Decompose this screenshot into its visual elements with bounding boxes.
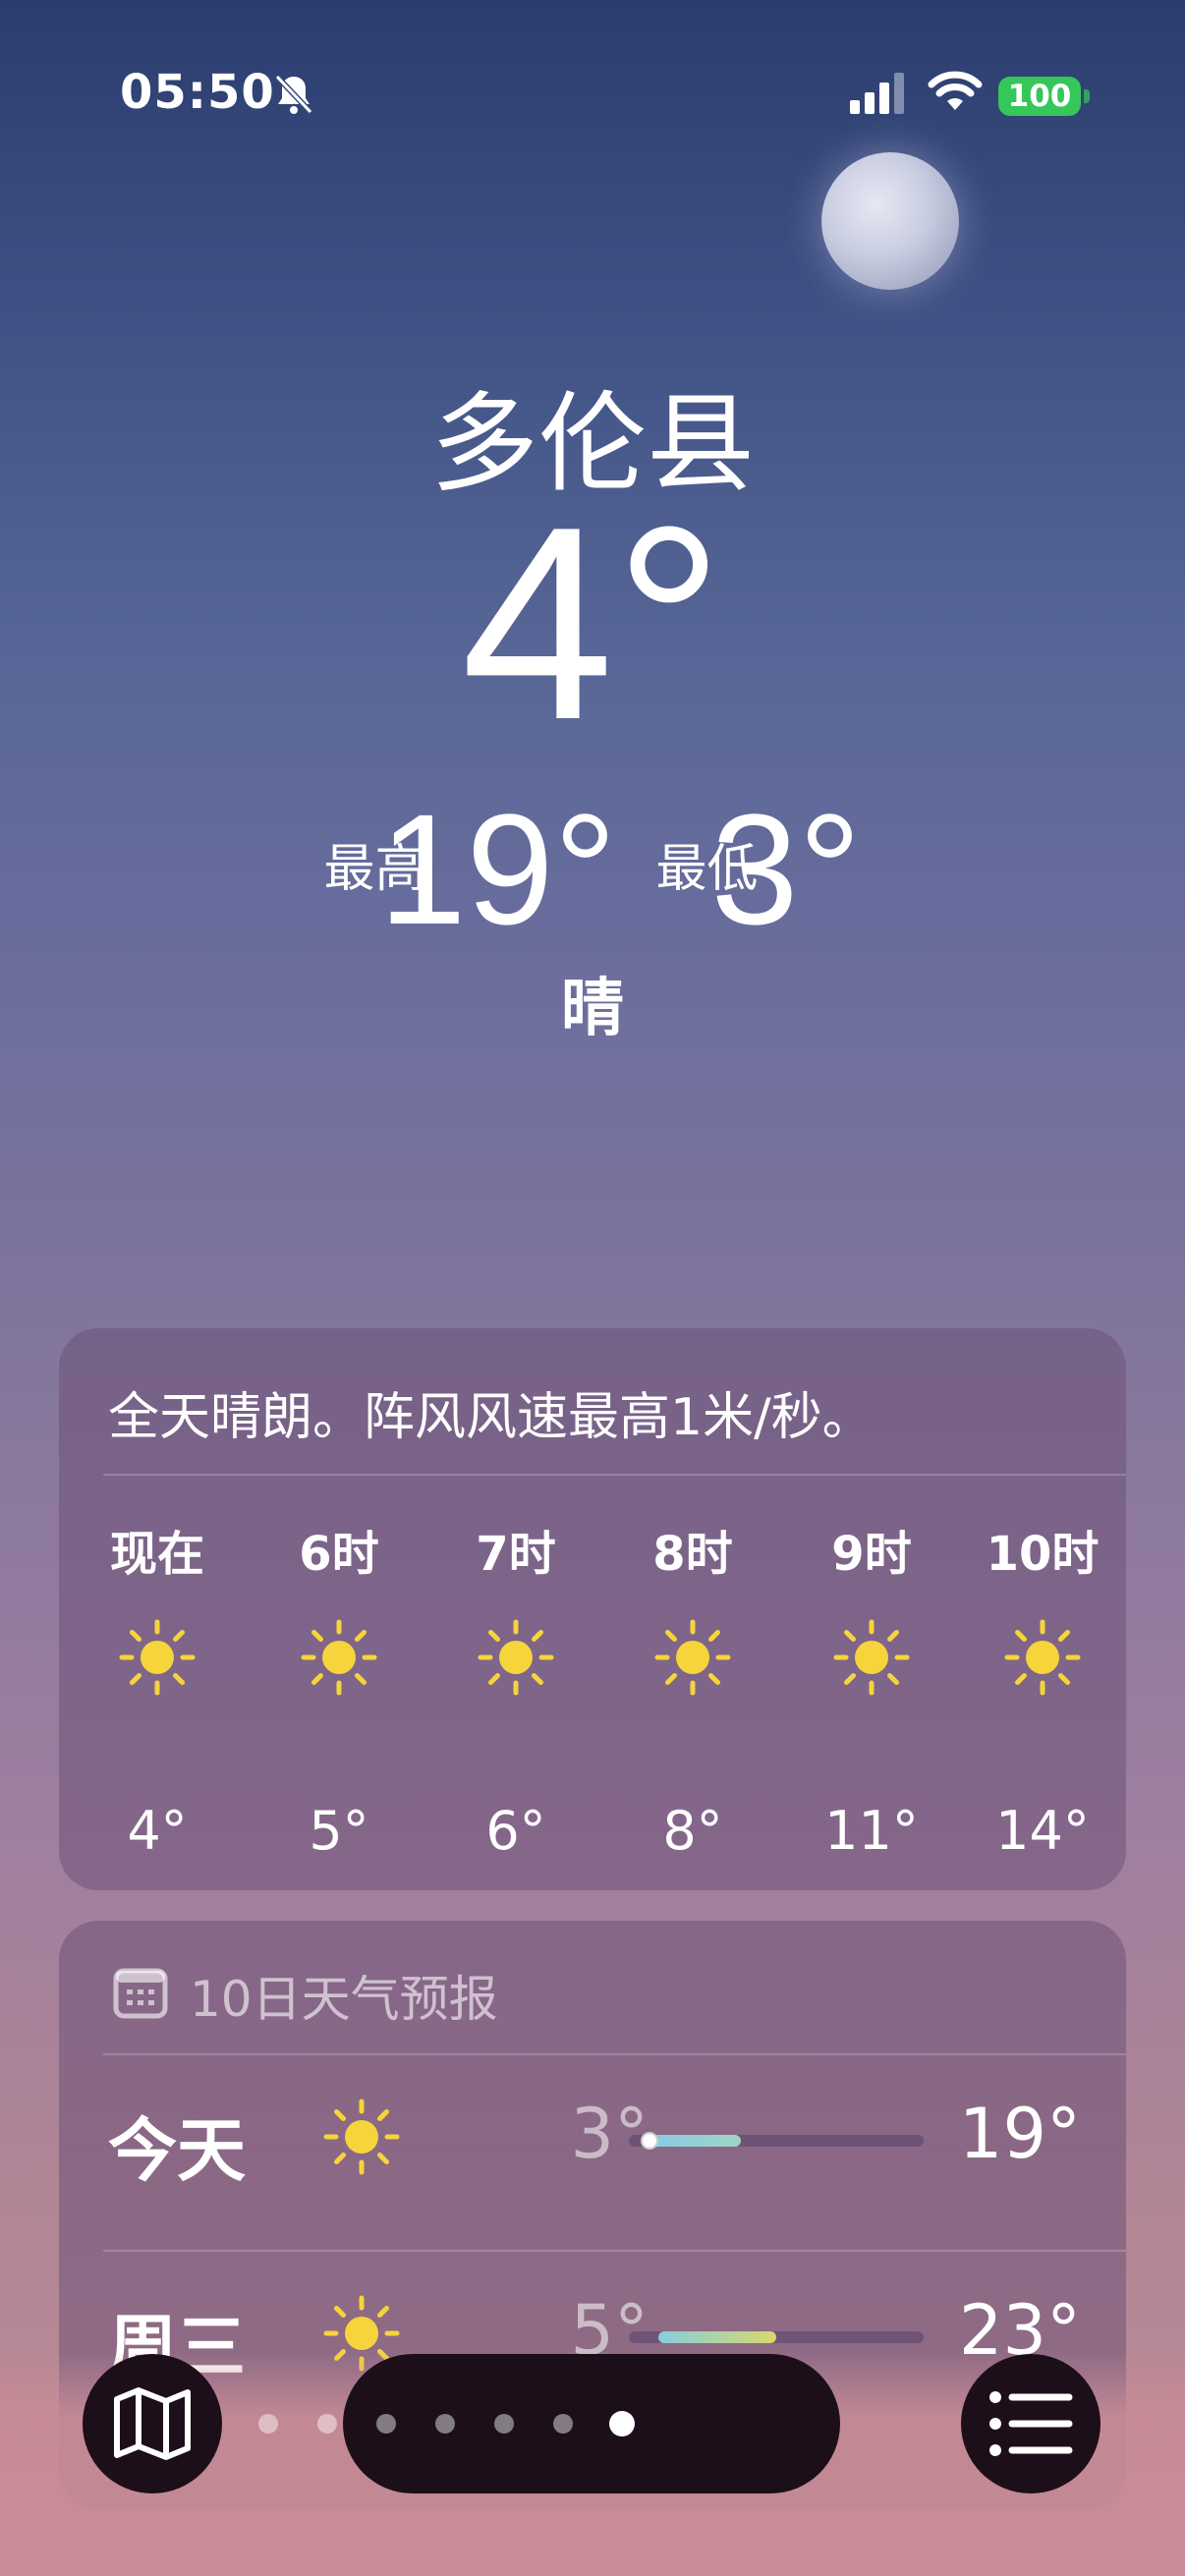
divider	[103, 2053, 1126, 2055]
page-dot	[376, 2414, 396, 2434]
daily-row-today[interactable]: 今天 3° 19°	[59, 2058, 1126, 2215]
page-dot	[553, 2414, 573, 2434]
sun-icon	[118, 1618, 197, 1697]
weather-condition: 晴	[561, 973, 624, 1045]
hourly-item: 9时 11°	[788, 1328, 955, 1890]
hour-temperature: 5°	[309, 1800, 369, 1862]
hourly-item: 6时 5°	[255, 1328, 423, 1890]
sun-icon	[322, 2098, 401, 2176]
silent-bell-icon	[274, 74, 313, 115]
hourly-item: 7时 6°	[432, 1328, 599, 1890]
page-dot	[435, 2414, 455, 2434]
page-dot	[258, 2414, 278, 2434]
hourly-item: 现在 4°	[74, 1328, 241, 1890]
wifi-icon	[928, 71, 983, 110]
page-dot	[609, 2411, 635, 2436]
temperature-range-bar	[629, 2132, 924, 2150]
battery-indicator: 100	[998, 77, 1090, 116]
hour-label: 6时	[299, 1527, 379, 1582]
hour-temperature: 4°	[127, 1800, 188, 1862]
list-icon	[989, 2391, 1073, 2456]
location-list-button[interactable]	[961, 2354, 1100, 2493]
hour-label: 9时	[831, 1527, 912, 1582]
sun-icon	[477, 1618, 555, 1697]
moon-icon	[821, 152, 959, 290]
calendar-icon	[113, 1968, 168, 2019]
hour-label: 7时	[476, 1527, 556, 1582]
hour-temperature: 6°	[485, 1800, 546, 1862]
low-temperature: 3°	[710, 781, 862, 957]
high-temperature: 19°	[378, 781, 617, 957]
hour-temperature: 11°	[824, 1800, 919, 1862]
page-dot	[494, 2414, 514, 2434]
hour-label: 8时	[652, 1527, 733, 1582]
sun-icon	[832, 1618, 911, 1697]
current-temperature-marker	[641, 2132, 658, 2150]
map-button[interactable]	[83, 2354, 222, 2493]
day-label: 今天	[108, 2110, 246, 2191]
cellular-signal-icon	[850, 73, 904, 114]
high-label: 最高	[323, 840, 426, 899]
temperature-range-bar	[629, 2331, 924, 2343]
map-icon	[114, 2387, 191, 2460]
day-low: 3°	[570, 2094, 649, 2174]
current-temperature: 4°	[461, 471, 724, 777]
hour-label: 现在	[109, 1527, 204, 1582]
page-dot	[317, 2414, 337, 2434]
hour-temperature: 14°	[995, 1800, 1090, 1862]
high-low-temperature: 最高19° 最低3°	[0, 786, 1185, 953]
day-high: 19°	[958, 2094, 1081, 2174]
ten-day-title: 10日天气预报	[190, 1971, 498, 2028]
sun-icon	[300, 1618, 378, 1697]
page-indicator[interactable]	[258, 2354, 840, 2493]
divider	[103, 2250, 1126, 2252]
sun-icon	[1003, 1618, 1082, 1697]
low-label: 最低	[655, 840, 759, 899]
temperature-range-fill	[658, 2331, 776, 2343]
hour-label: 10时	[986, 1527, 1100, 1582]
hour-temperature: 8°	[662, 1800, 723, 1862]
hourly-forecast-card[interactable]: 全天晴朗。阵风风速最高1米/秒。 现在 4° 6时 5° 7时 6° 8时 8°…	[59, 1328, 1126, 1890]
hourly-item: 8时 8°	[609, 1328, 776, 1890]
hourly-item: 10时 14°	[959, 1328, 1126, 1890]
sun-icon	[653, 1618, 732, 1697]
status-time: 05:50	[120, 65, 275, 120]
